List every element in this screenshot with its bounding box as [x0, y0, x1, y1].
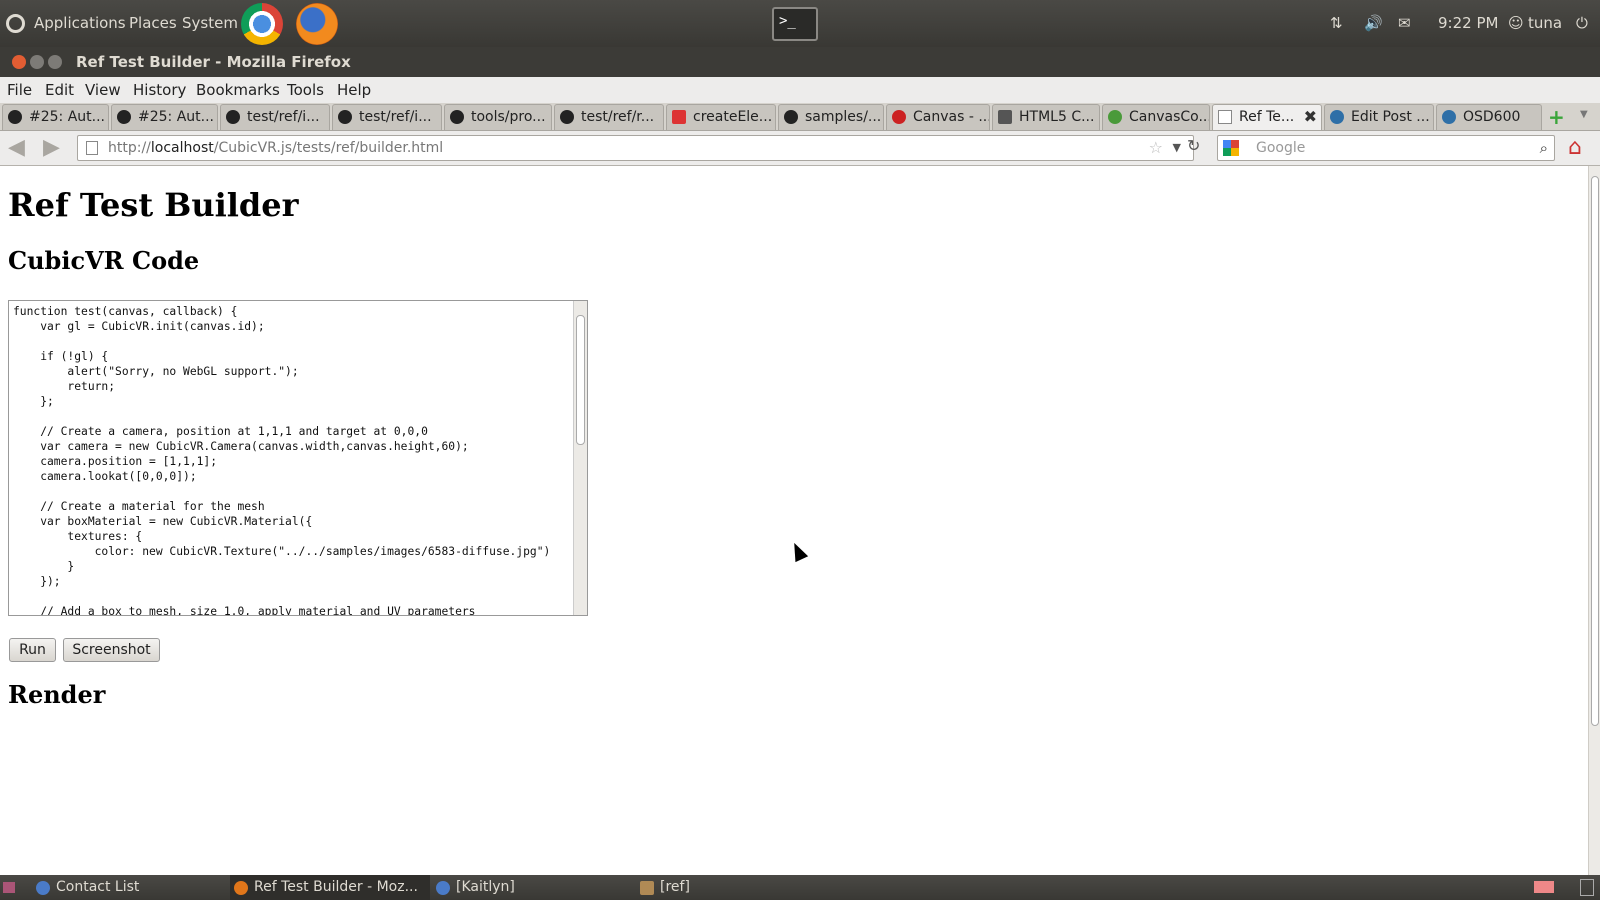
- taskbar-item[interactable]: Contact List: [32, 875, 227, 900]
- tab[interactable]: samples/...: [778, 104, 884, 130]
- menu-edit[interactable]: Edit: [45, 81, 74, 99]
- code-heading: CubicVR Code: [8, 246, 200, 275]
- tab-close-icon[interactable]: ✖: [1304, 105, 1317, 129]
- system-menu[interactable]: System: [182, 0, 238, 47]
- stackoverflow-icon: [672, 110, 686, 124]
- question-icon: [1108, 110, 1122, 124]
- new-tab-icon[interactable]: +: [1548, 105, 1565, 129]
- pidgin-icon: [36, 881, 50, 895]
- window-maximize-button[interactable]: [48, 55, 62, 69]
- reload-icon[interactable]: ↻: [1187, 136, 1200, 155]
- url-input[interactable]: http://localhost/CubicVR.js/tests/ref/bu…: [77, 135, 1194, 161]
- window-titlebar[interactable]: Ref Test Builder - Mozilla Firefox: [0, 47, 1600, 77]
- tab-active[interactable]: Ref Te... ✖: [1212, 104, 1322, 130]
- network-icon[interactable]: ⇅: [1330, 0, 1343, 47]
- tab[interactable]: test/ref/i...: [220, 104, 330, 130]
- tab[interactable]: Canvas - ...: [886, 104, 990, 130]
- tab[interactable]: #25: Aut...: [2, 104, 109, 130]
- tab[interactable]: test/ref/r...: [554, 104, 664, 130]
- home-icon[interactable]: ⌂: [1568, 135, 1582, 160]
- menu-file[interactable]: File: [7, 81, 32, 99]
- tab[interactable]: createEle...: [666, 104, 776, 130]
- taskbar-item-active[interactable]: Ref Test Builder - Moz...: [230, 875, 430, 900]
- page-scrollbar[interactable]: [1588, 166, 1600, 875]
- tab[interactable]: CanvasCo...: [1102, 104, 1210, 130]
- page-icon: [86, 141, 98, 155]
- ubuntu-logo-icon[interactable]: [6, 14, 25, 33]
- wordpress-icon: [1330, 110, 1344, 124]
- tab[interactable]: tools/pro...: [444, 104, 552, 130]
- places-menu[interactable]: Places: [129, 0, 177, 47]
- show-desktop-icon[interactable]: [3, 882, 15, 893]
- tab-list-icon[interactable]: ▼: [1580, 109, 1588, 120]
- taskbar-item[interactable]: [ref]: [636, 875, 836, 900]
- search-input[interactable]: Google ⌕: [1217, 135, 1555, 161]
- page-scrollbar-thumb[interactable]: [1591, 176, 1599, 726]
- code-scrollbar-thumb[interactable]: [576, 315, 585, 445]
- clock[interactable]: 9:22 PM: [1438, 0, 1498, 47]
- workspace-switcher[interactable]: [1534, 881, 1554, 893]
- page-content: Ref Test Builder CubicVR Code function t…: [0, 166, 1588, 875]
- firefox-icon: [234, 881, 248, 895]
- tab-bar: #25: Aut... #25: Aut... test/ref/i... te…: [0, 103, 1600, 131]
- github-icon: [8, 110, 22, 124]
- tab[interactable]: test/ref/i...: [332, 104, 442, 130]
- canvas-bug-icon: [892, 110, 906, 124]
- code-scrollbar[interactable]: [573, 301, 587, 615]
- tab[interactable]: #25: Aut...: [111, 104, 218, 130]
- wordpress-icon: [1442, 110, 1456, 124]
- applications-menu[interactable]: Applications: [34, 0, 126, 47]
- folder-icon: [640, 881, 654, 895]
- back-icon[interactable]: ◀: [8, 135, 25, 160]
- volume-icon[interactable]: 🔊: [1364, 0, 1383, 47]
- code-text: function test(canvas, callback) { var gl…: [13, 305, 551, 616]
- user-status-icon[interactable]: ☺: [1508, 0, 1524, 47]
- github-icon: [338, 110, 352, 124]
- screenshot-button[interactable]: Screenshot: [63, 638, 160, 662]
- window-minimize-button[interactable]: [30, 55, 44, 69]
- menu-help[interactable]: Help: [337, 81, 371, 99]
- menu-history[interactable]: History: [133, 81, 186, 99]
- bottom-panel: Contact List Ref Test Builder - Moz... […: [0, 875, 1600, 900]
- render-heading: Render: [8, 680, 106, 709]
- page-title: Ref Test Builder: [8, 186, 299, 224]
- page-icon: [1218, 110, 1232, 124]
- forward-icon[interactable]: ▶: [43, 135, 60, 160]
- github-icon: [450, 110, 464, 124]
- bookmark-star-icon[interactable]: ☆: [1149, 136, 1163, 160]
- window-title: Ref Test Builder - Mozilla Firefox: [76, 53, 351, 71]
- mail-icon[interactable]: ✉: [1398, 0, 1411, 47]
- menu-view[interactable]: View: [85, 81, 121, 99]
- navigation-bar: ◀ ▶ http://localhost/CubicVR.js/tests/re…: [0, 131, 1600, 166]
- mouse-cursor-icon: [787, 539, 809, 563]
- tab[interactable]: Edit Post ...: [1324, 104, 1434, 130]
- terminal-launcher-icon[interactable]: >_: [772, 7, 818, 41]
- menubar: File Edit View History Bookmarks Tools H…: [0, 77, 1600, 103]
- chat-icon: [436, 881, 450, 895]
- user-name[interactable]: tuna: [1528, 0, 1562, 47]
- taskbar-item[interactable]: [Kaitlyn]: [432, 875, 632, 900]
- menu-tools[interactable]: Tools: [287, 81, 324, 99]
- window-close-button[interactable]: [12, 55, 26, 69]
- github-icon: [560, 110, 574, 124]
- run-button[interactable]: Run: [9, 638, 56, 662]
- github-icon: [117, 110, 131, 124]
- top-panel: Applications Places System >_ ⇅ 🔊 ✉ 9:22…: [0, 0, 1600, 47]
- chrome-launcher-icon[interactable]: [241, 3, 283, 45]
- tab[interactable]: OSD600: [1436, 104, 1542, 130]
- tab[interactable]: HTML5 C...: [992, 104, 1100, 130]
- github-icon: [226, 110, 240, 124]
- url-dropdown-icon[interactable]: ▼: [1173, 136, 1181, 160]
- github-icon: [784, 110, 798, 124]
- trash-icon[interactable]: [1580, 879, 1594, 896]
- html5-icon: [998, 110, 1012, 124]
- menu-bookmarks[interactable]: Bookmarks: [196, 81, 280, 99]
- google-icon[interactable]: [1223, 140, 1239, 156]
- firefox-launcher-icon[interactable]: [296, 3, 338, 45]
- search-icon[interactable]: ⌕: [1540, 136, 1548, 160]
- power-icon[interactable]: ⏻: [1576, 0, 1588, 47]
- code-textarea[interactable]: function test(canvas, callback) { var gl…: [8, 300, 588, 616]
